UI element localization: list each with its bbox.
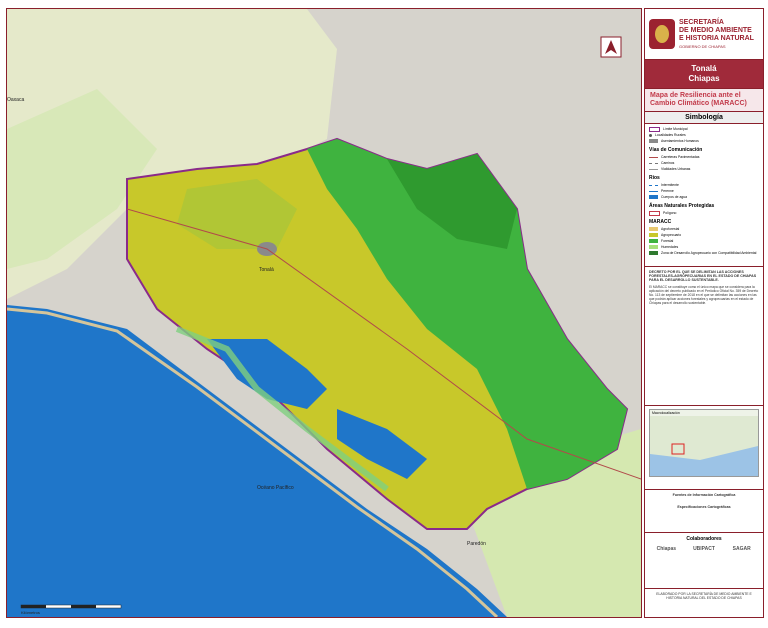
collab-heading: Colaboradores <box>686 536 722 542</box>
legend-vias-heading: Vías de Comunicación <box>649 147 703 153</box>
north-arrow <box>600 36 622 58</box>
inset-label: Macrolocalización <box>652 411 680 415</box>
secretaria-label: SECRETARÍA <box>679 19 724 26</box>
label-tonala: Tonalá <box>259 267 274 273</box>
legend-anp-heading: Áreas Naturales Protegidas <box>649 203 715 209</box>
legend-anp: Polígono <box>649 210 759 216</box>
label-west: Oaxaca <box>7 97 24 103</box>
projection-heading: Especificaciones Cartográficas <box>677 505 731 510</box>
footer-credit: ELABORADO POR LA SECRETARÍA DE MEDIO AMB… <box>656 592 752 600</box>
place-block: Tonalá Chiapas <box>645 60 763 89</box>
label-ocean: Océano Pacífico <box>257 485 294 491</box>
simbologia-heading: Simbología <box>645 112 763 124</box>
ministry-line2: E HISTORIA NATURAL <box>679 35 754 42</box>
decree-title: DECRETO POR EL QUE SE DELIMITAN LAS ACCI… <box>649 270 757 283</box>
gov-label: GOBIERNO DE CHIAPAS <box>679 44 726 49</box>
inset-section: Macrolocalización <box>645 409 763 490</box>
inset-svg <box>650 416 758 476</box>
sources-heading: Fuentes de Información Cartográfica <box>672 493 736 497</box>
decree-text: DECRETO POR EL QUE SE DELIMITAN LAS ACCI… <box>645 267 763 406</box>
estado-label: Chiapas <box>688 74 720 83</box>
collab-logo-1: Chiapas <box>656 546 677 552</box>
legend-maracc-heading: MARACC <box>649 219 672 225</box>
legend-rios-heading: Ríos <box>649 175 660 181</box>
legend-zona: Zona de Desarrollo Agropecuario con Comp… <box>649 250 759 256</box>
collab-logo-2: UBIPACT <box>693 546 715 552</box>
legend-urban-road: Vialidades Urbanas <box>649 166 759 172</box>
legend-panel: SECRETARÍA DE MEDIO AMBIENTE E HISTORIA … <box>644 8 764 618</box>
scale-label: Kilómetros <box>21 610 40 615</box>
legend-urban: Asentamientos Humanos <box>649 138 759 144</box>
state-seal-icon <box>649 19 675 49</box>
label-paredon: Paredón <box>467 541 486 547</box>
map-title: Mapa de Resiliencia ante el Cambio Climá… <box>645 89 763 112</box>
collab-logo-3: SAGAR <box>732 546 751 552</box>
ministry-line1: DE MEDIO AMBIENTE <box>679 27 752 34</box>
legend-water: Cuerpos de agua <box>649 194 759 200</box>
collaborators: Colaboradores Chiapas UBIPACT SAGAR <box>645 536 763 589</box>
sources-block: Fuentes de Información Cartográfica Espe… <box>645 490 763 533</box>
municipio-label: Tonalá <box>691 64 717 73</box>
legend: Límite Municipal Localidades Rurales Ase… <box>645 124 763 267</box>
map-canvas[interactable]: Tonalá Oaxaca Océano Pacífico Paredón Ki… <box>7 9 641 617</box>
header-logo: SECRETARÍA DE MEDIO AMBIENTE E HISTORIA … <box>645 9 763 60</box>
map-frame[interactable]: Tonalá Oaxaca Océano Pacífico Paredón Ki… <box>6 8 642 618</box>
ministry-name: SECRETARÍA DE MEDIO AMBIENTE E HISTORIA … <box>679 19 754 49</box>
inset-map[interactable]: Macrolocalización <box>649 409 759 477</box>
decree-body: El MARACC se constituye como el único ma… <box>649 284 759 306</box>
